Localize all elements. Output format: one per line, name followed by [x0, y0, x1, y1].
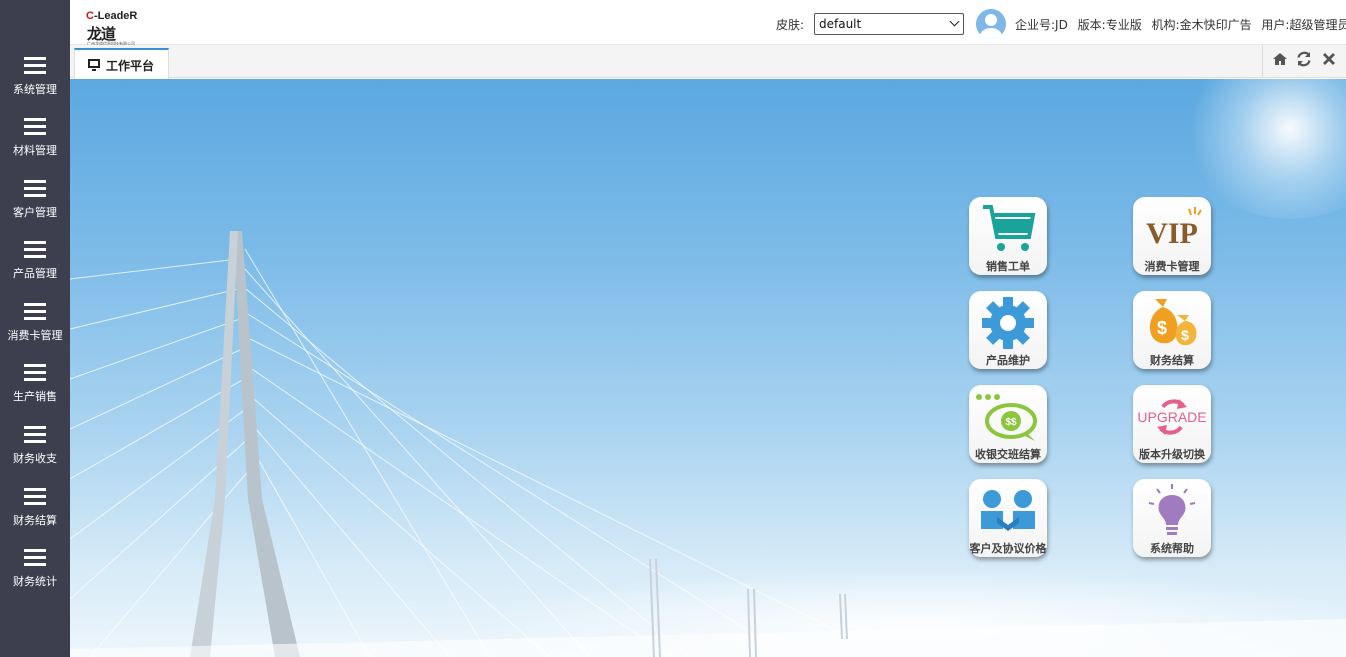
tile-label: 财务结算 — [1150, 354, 1194, 367]
vip-icon: VIP — [1146, 207, 1202, 250]
tile-card-management[interactable]: VIP 消费卡管理 — [1133, 197, 1211, 275]
sidebar-item-materials[interactable]: 材料管理 — [0, 107, 70, 169]
edition: 版本:专业版 — [1077, 18, 1142, 32]
sidebar-item-label: 生产销售 — [13, 390, 57, 403]
tile-version-upgrade[interactable]: UPGRADE 版本升级切换 — [1133, 385, 1211, 463]
sidebar-item-statistics[interactable]: 财务统计 — [0, 538, 70, 600]
tile-customer-pricing[interactable]: 客户及协议价格 — [969, 479, 1047, 557]
sidebar-item-system[interactable]: 系统管理 — [0, 46, 70, 108]
sidebar-item-label: 产品管理 — [13, 267, 57, 280]
tab-tools — [1262, 45, 1346, 78]
sidebar-item-production[interactable]: 生产销售 — [0, 353, 70, 415]
svg-text:$: $ — [1157, 318, 1167, 338]
tile-product-maintenance[interactable]: 产品维护 — [969, 291, 1047, 369]
gear-icon — [982, 297, 1034, 349]
tile-label: 销售工单 — [986, 260, 1030, 273]
money-bag-icon: $ $ — [1149, 299, 1197, 346]
tile-label: 产品维护 — [986, 354, 1030, 367]
cart-icon — [983, 205, 1036, 251]
chevron-down-icon — [949, 16, 960, 27]
menu-icon — [24, 57, 46, 74]
tile-sales-order[interactable]: 销售工单 — [969, 197, 1047, 275]
tile-system-help[interactable]: 系统帮助 — [1133, 479, 1211, 557]
sidebar-item-label: 客户管理 — [13, 206, 57, 219]
skin-label: 皮肤: — [776, 18, 805, 32]
sidebar-item-finance-io[interactable]: 财务收支 — [0, 415, 70, 477]
tile-finance-settlement[interactable]: $ $ 财务结算 — [1133, 291, 1211, 369]
tile-label: 客户及协议价格 — [969, 542, 1047, 555]
user-menu[interactable]: 用户:超级管理员 — [1261, 18, 1346, 32]
tile-label: 收银交班结算 — [975, 448, 1041, 461]
tab-bar: 工作平台 — [70, 45, 1346, 79]
sidebar-item-products[interactable]: 产品管理 — [0, 230, 70, 292]
sidebar-item-label: 财务统计 — [13, 575, 57, 588]
svg-text:VIP: VIP — [1146, 217, 1198, 250]
svg-text:$: $ — [1181, 327, 1189, 343]
refresh-icon[interactable] — [1296, 51, 1312, 67]
sidebar-item-label: 消费卡管理 — [7, 329, 63, 342]
skin-select[interactable]: default — [814, 13, 964, 35]
upgrade-icon: UPGRADE — [1137, 399, 1207, 435]
menu-icon — [24, 303, 46, 320]
sidebar-item-label: 系统管理 — [13, 83, 57, 96]
sidebar-item-customers[interactable]: 客户管理 — [0, 169, 70, 231]
close-icon[interactable] — [1321, 51, 1337, 67]
handshake-icon — [981, 490, 1035, 531]
home-icon[interactable] — [1272, 51, 1288, 67]
tile-label: 系统帮助 — [1150, 542, 1194, 555]
user-info: 企业号:JD 版本:专业版 机构:金木快印广告 用户:超级管理员 — [1015, 16, 1346, 33]
monitor-icon — [88, 59, 100, 71]
menu-icon — [24, 488, 46, 505]
menu-icon — [24, 118, 46, 135]
sidebar-item-label: 财务结算 — [13, 514, 57, 527]
avatar[interactable] — [976, 9, 1006, 39]
svg-text:UPGRADE: UPGRADE — [1137, 409, 1206, 425]
lightbulb-icon — [1148, 484, 1196, 535]
tab-workbench[interactable]: 工作平台 — [74, 48, 169, 79]
tile-label: 版本升级切换 — [1139, 448, 1205, 461]
sidebar-item-label: 材料管理 — [13, 144, 57, 157]
company-id: 企业号:JD — [1015, 18, 1068, 32]
menu-icon — [24, 241, 46, 258]
svg-text:$$: $$ — [1005, 417, 1017, 428]
menu-icon — [24, 426, 46, 443]
top-header: C-LeadeR 龙道 广州龙道信息科技有限公司 皮肤: default 企业号… — [70, 0, 1346, 46]
menu-icon — [24, 364, 46, 381]
tile-label: 消费卡管理 — [1144, 260, 1200, 273]
organization: 机构:金木快印广告 — [1151, 18, 1252, 32]
cash-bubble-icon: $$ — [976, 394, 1037, 441]
sidebar-item-label: 财务收支 — [13, 452, 57, 465]
menu-icon — [24, 180, 46, 197]
sidebar-item-cards[interactable]: 消费卡管理 — [0, 292, 70, 354]
menu-icon — [24, 549, 46, 566]
company-logo: C-LeadeR 龙道 广州龙道信息科技有限公司 — [86, 10, 138, 46]
workbench-content: 销售工单 VIP 消费卡管理 产品维护 $ $ 财务结算 $$ 收银交班结算 U… — [70, 79, 1346, 657]
sidebar: 系统管理 材料管理 客户管理 产品管理 消费卡管理 生产销售 财务收支 财务结算… — [0, 0, 70, 657]
sidebar-item-settlement[interactable]: 财务结算 — [0, 477, 70, 539]
tile-cashier-shift[interactable]: $$ 收银交班结算 — [969, 385, 1047, 463]
